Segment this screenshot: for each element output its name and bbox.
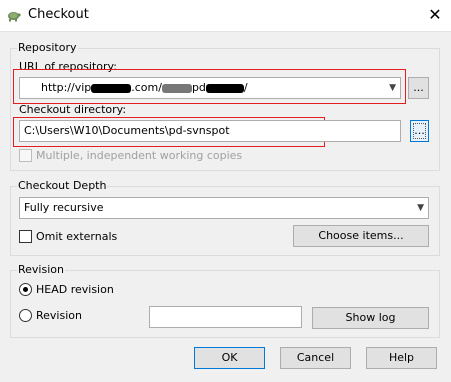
head-revision-radio[interactable]: [19, 283, 32, 296]
revision-radio[interactable]: [19, 309, 32, 322]
tortoise-icon: [8, 12, 21, 22]
omit-externals-checkbox[interactable]: [19, 230, 32, 243]
chevron-down-icon: ▼: [417, 203, 424, 213]
omit-externals-label: Omit externals: [36, 230, 118, 243]
url-browse-button[interactable]: ...: [408, 77, 429, 99]
depth-selected-value: Fully recursive: [24, 201, 104, 214]
redaction-mark: [205, 83, 244, 93]
revision-group-label: Revision: [17, 263, 65, 276]
redaction-mark: [91, 83, 132, 93]
ok-button[interactable]: OK: [194, 347, 265, 369]
url-text-prefix: http://vip: [41, 81, 92, 94]
directory-browse-button[interactable]: ...: [410, 120, 429, 142]
cancel-button[interactable]: Cancel: [280, 347, 351, 369]
checkout-depth-group-label: Checkout Depth: [17, 179, 108, 192]
url-text-end: /: [243, 81, 248, 94]
url-text-tail: pd: [191, 81, 206, 94]
depth-dropdown[interactable]: Fully recursive ▼: [19, 197, 429, 219]
show-log-button[interactable]: Show log: [312, 307, 429, 329]
url-text-mid: .com/: [131, 81, 162, 94]
redaction-mark: [161, 83, 192, 93]
checkout-directory-label: Checkout directory:: [19, 103, 127, 116]
radio-selected-dot: [23, 287, 28, 292]
multiple-working-copies-label: Multiple, independent working copies: [36, 149, 243, 162]
directory-browse-label: ...: [414, 124, 425, 137]
close-icon[interactable]: ✕: [424, 4, 446, 26]
head-revision-label: HEAD revision: [36, 283, 114, 296]
revision-input[interactable]: [149, 306, 302, 328]
url-combo[interactable]: http://vip .com/pd / ▼: [19, 77, 401, 99]
chevron-down-icon: ▼: [389, 83, 396, 93]
choose-items-button[interactable]: Choose items...: [293, 225, 429, 247]
window-title: Checkout: [28, 7, 89, 22]
checkout-directory-input[interactable]: C:\Users\W10\Documents\pd-svnspot: [19, 120, 401, 142]
help-button[interactable]: Help: [366, 347, 437, 369]
repository-group-label: Repository: [17, 41, 78, 54]
title-bar: Checkout ✕: [0, 0, 451, 31]
revision-label: Revision: [36, 309, 82, 322]
multiple-working-copies-checkbox[interactable]: [19, 149, 32, 162]
